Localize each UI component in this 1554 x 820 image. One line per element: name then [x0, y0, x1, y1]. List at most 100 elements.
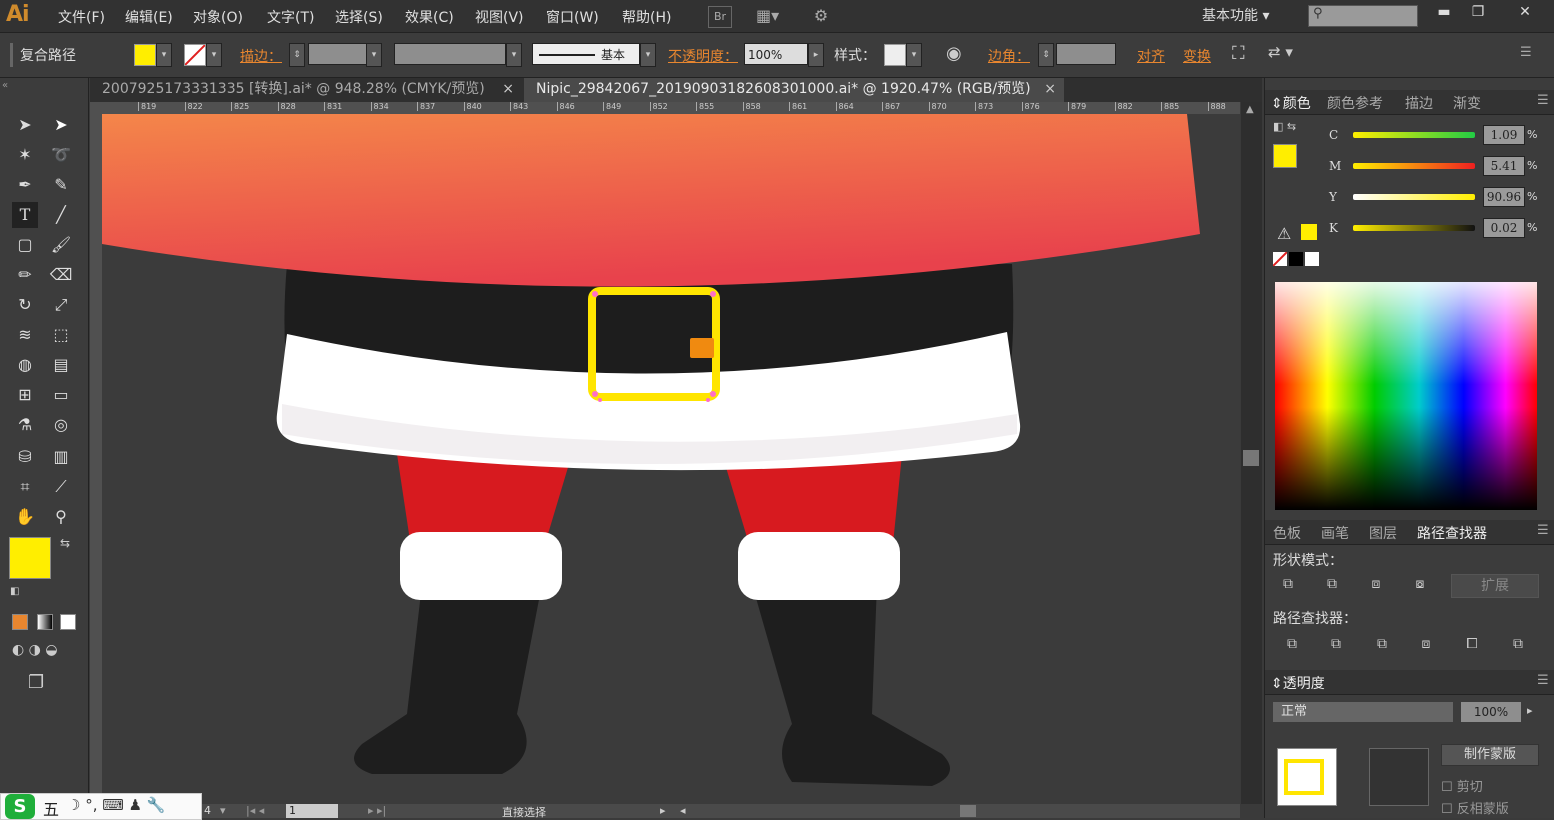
- fill-swatch[interactable]: [134, 44, 156, 66]
- width-tool-icon[interactable]: ≋: [12, 322, 38, 348]
- graph-tool-icon[interactable]: ▥: [48, 444, 74, 470]
- brush-dropdown[interactable]: ▾: [640, 43, 656, 67]
- scroll-left-icon[interactable]: ◂: [680, 804, 686, 817]
- menu-view[interactable]: 视图(V): [475, 7, 524, 27]
- tab-document-1[interactable]: 2007925173331335 [转换].ai* @ 948.28% (CMY…: [90, 78, 522, 102]
- channel-c-value[interactable]: 1.09: [1483, 125, 1525, 145]
- align-link[interactable]: 对齐: [1137, 46, 1165, 66]
- draw-mode-icons[interactable]: ◐ ◑ ◒: [12, 642, 58, 658]
- invert-mask-checkbox[interactable]: ☐ 反相蒙版: [1441, 798, 1509, 817]
- outline-icon[interactable]: ⧠: [1461, 636, 1483, 656]
- direct-selection-tool-icon[interactable]: ➤: [48, 112, 74, 138]
- intersect-icon[interactable]: ⧈: [1365, 576, 1387, 596]
- panel-menu-icon[interactable]: ☰: [1537, 673, 1549, 688]
- tab-layers[interactable]: 图层: [1369, 523, 1397, 543]
- shape-builder-icon[interactable]: ◍: [12, 352, 38, 378]
- scale-tool-icon[interactable]: ⤢: [48, 292, 74, 318]
- artboard-tool-icon[interactable]: ⌗: [12, 474, 38, 500]
- gpu-performance-icon[interactable]: ⚙: [810, 6, 832, 26]
- profile-dropdown[interactable]: ▾: [506, 43, 522, 67]
- zoom-level[interactable]: 4: [204, 804, 211, 817]
- symbol-sprayer-icon[interactable]: ⛁: [12, 444, 38, 470]
- first-page-icon[interactable]: |◂ ◂: [246, 804, 264, 817]
- blend-mode-select[interactable]: 正常: [1273, 702, 1453, 722]
- artboard-canvas[interactable]: [102, 114, 1240, 804]
- black-swatch[interactable]: [1289, 252, 1303, 266]
- out-of-gamut-warning-icon[interactable]: ⚠: [1277, 224, 1291, 243]
- unite-icon[interactable]: ⧉: [1277, 576, 1299, 596]
- divide-icon[interactable]: ⧉: [1281, 636, 1303, 656]
- make-mask-button[interactable]: 制作蒙版: [1441, 744, 1539, 766]
- selection-tool-icon[interactable]: ➤: [12, 112, 38, 138]
- close-tab-icon[interactable]: ×: [502, 78, 514, 100]
- collapse-icon[interactable]: «: [2, 80, 8, 91]
- tab-gradient[interactable]: 渐变: [1453, 93, 1481, 113]
- variable-width-profile[interactable]: [394, 43, 506, 65]
- default-colors-icon[interactable]: ◧: [10, 586, 19, 597]
- minus-back-icon[interactable]: ⧉: [1507, 636, 1529, 656]
- menu-type[interactable]: 文字(T): [267, 7, 314, 27]
- sogou-ime-icon[interactable]: S: [5, 794, 35, 819]
- lasso-icon[interactable]: ➰: [48, 142, 74, 168]
- pencil-icon[interactable]: ✏: [12, 262, 38, 288]
- graphic-style-swatch[interactable]: [884, 44, 906, 66]
- ime-tools-icons[interactable]: ☽ °, ⌨ ♟ 🔧: [67, 796, 166, 814]
- panel-menu-icon[interactable]: ☰: [1537, 523, 1549, 538]
- magic-wand-icon[interactable]: ✶: [12, 142, 38, 168]
- channel-c-slider[interactable]: [1353, 132, 1475, 138]
- tab-color-guide[interactable]: 颜色参考: [1327, 93, 1383, 113]
- arrange-documents-icon[interactable]: ▦▾: [756, 6, 779, 26]
- gradient-tool-icon[interactable]: ▭: [48, 382, 74, 408]
- recolor-artwork-icon[interactable]: ◉: [946, 43, 962, 64]
- menu-help[interactable]: 帮助(H): [622, 7, 671, 27]
- color-mode-icon[interactable]: [12, 614, 28, 630]
- stroke-weight-dropdown[interactable]: ▾: [366, 43, 382, 67]
- transform-link[interactable]: 变换: [1183, 46, 1211, 66]
- zoom-dropdown-icon[interactable]: ▾: [220, 804, 226, 817]
- tab-pathfinder[interactable]: 路径查找器: [1417, 523, 1487, 543]
- line-tool-icon[interactable]: ╱: [48, 202, 74, 228]
- eraser-icon[interactable]: ⌫: [48, 262, 74, 288]
- minus-front-icon[interactable]: ⧉: [1321, 576, 1343, 596]
- mask-thumbnail[interactable]: [1369, 748, 1429, 806]
- transparency-opacity-field[interactable]: 100%: [1461, 702, 1521, 722]
- stroke-label[interactable]: 描边：: [240, 46, 282, 66]
- workspace-switcher[interactable]: 基本功能 ▾: [1202, 5, 1269, 25]
- scroll-up-icon[interactable]: ▲: [1246, 104, 1254, 115]
- opacity-arrow[interactable]: ▸: [808, 43, 824, 67]
- free-transform-icon[interactable]: ⬚: [48, 322, 74, 348]
- tab-document-2[interactable]: Nipic_29842067_20190903182608301000.ai* …: [524, 78, 1064, 102]
- tab-swatches[interactable]: 色板: [1273, 523, 1301, 543]
- pen-tool-icon[interactable]: ✒: [12, 172, 38, 198]
- panel-fill-swatch[interactable]: [1273, 144, 1297, 168]
- paintbrush-icon[interactable]: 🖌: [48, 232, 74, 258]
- color-spectrum[interactable]: [1275, 282, 1537, 510]
- restore-button[interactable]: ❐: [1466, 4, 1490, 24]
- blend-tool-icon[interactable]: ◎: [48, 412, 74, 438]
- stroke-dropdown[interactable]: ▾: [206, 43, 222, 67]
- opacity-field[interactable]: 100%: [744, 43, 808, 65]
- minimize-button[interactable]: ▬: [1432, 4, 1456, 24]
- stroke-swatch[interactable]: [184, 44, 206, 66]
- none-swatch-icon[interactable]: [1272, 251, 1288, 267]
- fill-color-box[interactable]: [9, 537, 51, 579]
- corner-label[interactable]: 边角：: [988, 46, 1030, 66]
- menu-object[interactable]: 对象(O): [193, 7, 243, 27]
- channel-m-slider[interactable]: [1353, 163, 1475, 169]
- close-window-button[interactable]: ✕: [1513, 4, 1537, 24]
- expand-button[interactable]: 扩展: [1451, 574, 1539, 598]
- isolate-icon[interactable]: ⛶: [1232, 43, 1245, 64]
- scroll-thumb[interactable]: [1243, 450, 1259, 466]
- next-page-icon[interactable]: ▸ ▸|: [368, 804, 386, 817]
- menu-window[interactable]: 窗口(W): [546, 7, 599, 27]
- slice-tool-icon[interactable]: ⟋: [48, 474, 74, 500]
- opacity-arrow-icon[interactable]: ▸: [1527, 704, 1533, 717]
- tab-color[interactable]: ⇕颜色: [1271, 93, 1311, 113]
- fill-stroke-toggle-icon[interactable]: ◧ ⇆: [1273, 120, 1296, 133]
- vertical-scrollbar[interactable]: ▲: [1241, 102, 1262, 804]
- corner-field[interactable]: [1056, 43, 1116, 65]
- trim-icon[interactable]: ⧉: [1325, 636, 1347, 656]
- channel-y-slider[interactable]: [1353, 194, 1475, 200]
- hand-tool-icon[interactable]: ✋: [12, 504, 38, 530]
- tab-brushes[interactable]: 画笔: [1321, 523, 1349, 543]
